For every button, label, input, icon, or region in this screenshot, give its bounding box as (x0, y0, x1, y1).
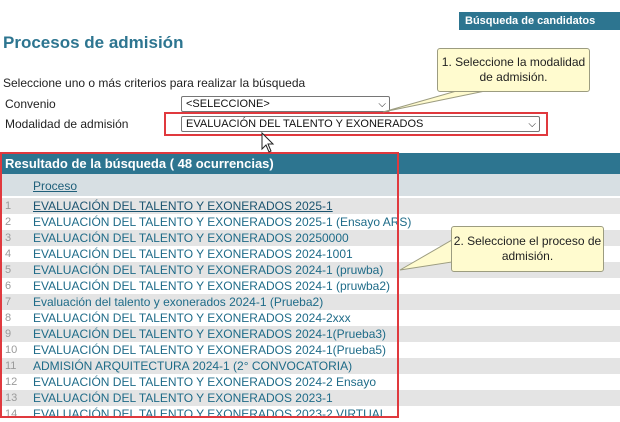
column-header-proceso[interactable]: Proceso (33, 179, 77, 193)
process-link[interactable]: EVALUACIÓN DEL TALENTO Y EXONERADOS 2024… (33, 326, 386, 342)
table-row[interactable]: 1 EVALUACIÓN DEL TALENTO Y EXONERADOS 202… (0, 198, 620, 214)
row-number: 2 (5, 216, 12, 228)
process-link[interactable]: EVALUACIÓN DEL TALENTO Y EXONERADOS 2024… (33, 278, 390, 294)
mouse-cursor-icon (261, 131, 275, 153)
process-link[interactable]: EVALUACIÓN DEL TALENTO Y EXONERADOS 2024… (33, 310, 351, 326)
results-header: Resultado de la búsqueda ( 48 ocurrencia… (0, 153, 620, 174)
row-number: 13 (5, 392, 18, 404)
instructions-text: Seleccione uno o más criterios para real… (3, 76, 306, 90)
chevron-down-icon: ⌵ (528, 119, 536, 130)
callout-step-1: 1. Seleccione la modalidad de admisión. (437, 48, 590, 92)
row-number: 4 (5, 248, 12, 260)
process-link[interactable]: EVALUACIÓN DEL TALENTO Y EXONERADOS 2024… (33, 262, 383, 278)
callout-1-pointer (382, 89, 491, 113)
row-number: 11 (5, 360, 17, 372)
table-row[interactable]: 7 Evaluación del talento y exonerados 202… (0, 294, 620, 310)
row-number: 7 (5, 296, 12, 308)
table-row[interactable]: 13 EVALUACIÓN DEL TALENTO Y EXONERADOS 20… (0, 390, 620, 406)
page-title: Procesos de admisión (3, 33, 184, 52)
convenio-label: Convenio (5, 97, 56, 111)
process-link[interactable]: EVALUACIÓN DEL TALENTO Y EXONERADOS 2024… (33, 246, 353, 262)
process-link[interactable]: EVALUACIÓN DEL TALENTO Y EXONERADOS 2023… (33, 406, 386, 422)
row-number: 8 (5, 312, 12, 324)
row-number: 5 (5, 264, 12, 276)
row-number: 6 (5, 280, 12, 292)
process-link[interactable]: EVALUACIÓN DEL TALENTO Y EXONERADOS 2025… (33, 230, 349, 246)
table-row[interactable]: 6 EVALUACIÓN DEL TALENTO Y EXONERADOS 202… (0, 278, 620, 294)
table-row[interactable]: 9 EVALUACIÓN DEL TALENTO Y EXONERADOS 202… (0, 326, 620, 342)
column-header-bar (0, 174, 620, 196)
process-link[interactable]: EVALUACIÓN DEL TALENTO Y EXONERADOS 2024… (33, 374, 376, 390)
row-number: 12 (5, 376, 18, 388)
process-link[interactable]: EVALUACIÓN DEL TALENTO Y EXONERADOS 2025… (33, 198, 333, 214)
modalidad-select[interactable]: EVALUACIÓN DEL TALENTO Y EXONERADOS ⌵ (181, 116, 540, 132)
row-number: 14 (5, 408, 18, 420)
row-number: 10 (5, 344, 18, 356)
convenio-select[interactable]: <SELECCIONE> ⌵ (181, 96, 390, 112)
callout-step-2: 2. Seleccione el proceso de admisión. (451, 226, 604, 272)
search-candidates-tab[interactable]: Búsqueda de candidatos (459, 12, 620, 30)
process-link[interactable]: EVALUACIÓN DEL TALENTO Y EXONERADOS 2025… (33, 214, 411, 230)
table-row[interactable]: 14 EVALUACIÓN DEL TALENTO Y EXONERADOS 20… (0, 406, 620, 422)
process-link[interactable]: EVALUACIÓN DEL TALENTO Y EXONERADOS 2023… (33, 390, 333, 406)
convenio-select-value: <SELECCIONE> (186, 98, 270, 110)
table-row[interactable]: 11 ADMISIÓN ARQUITECTURA 2024-1 (2° CONVO… (0, 358, 620, 374)
table-row[interactable]: 10 EVALUACIÓN DEL TALENTO Y EXONERADOS 20… (0, 342, 620, 358)
process-link[interactable]: ADMISIÓN ARQUITECTURA 2024-1 (2° CONVOCA… (33, 358, 352, 374)
row-number: 1 (5, 200, 12, 212)
chevron-down-icon: ⌵ (378, 99, 386, 110)
process-link[interactable]: Evaluación del talento y exonerados 2024… (33, 294, 323, 310)
process-link[interactable]: EVALUACIÓN DEL TALENTO Y EXONERADOS 2024… (33, 342, 386, 358)
modalidad-label: Modalidad de admisión (5, 117, 129, 131)
row-number: 3 (5, 232, 12, 244)
table-row[interactable]: 8 EVALUACIÓN DEL TALENTO Y EXONERADOS 202… (0, 310, 620, 326)
modalidad-select-value: EVALUACIÓN DEL TALENTO Y EXONERADOS (186, 118, 424, 130)
row-number: 9 (5, 328, 12, 340)
table-row[interactable]: 12 EVALUACIÓN DEL TALENTO Y EXONERADOS 20… (0, 374, 620, 390)
